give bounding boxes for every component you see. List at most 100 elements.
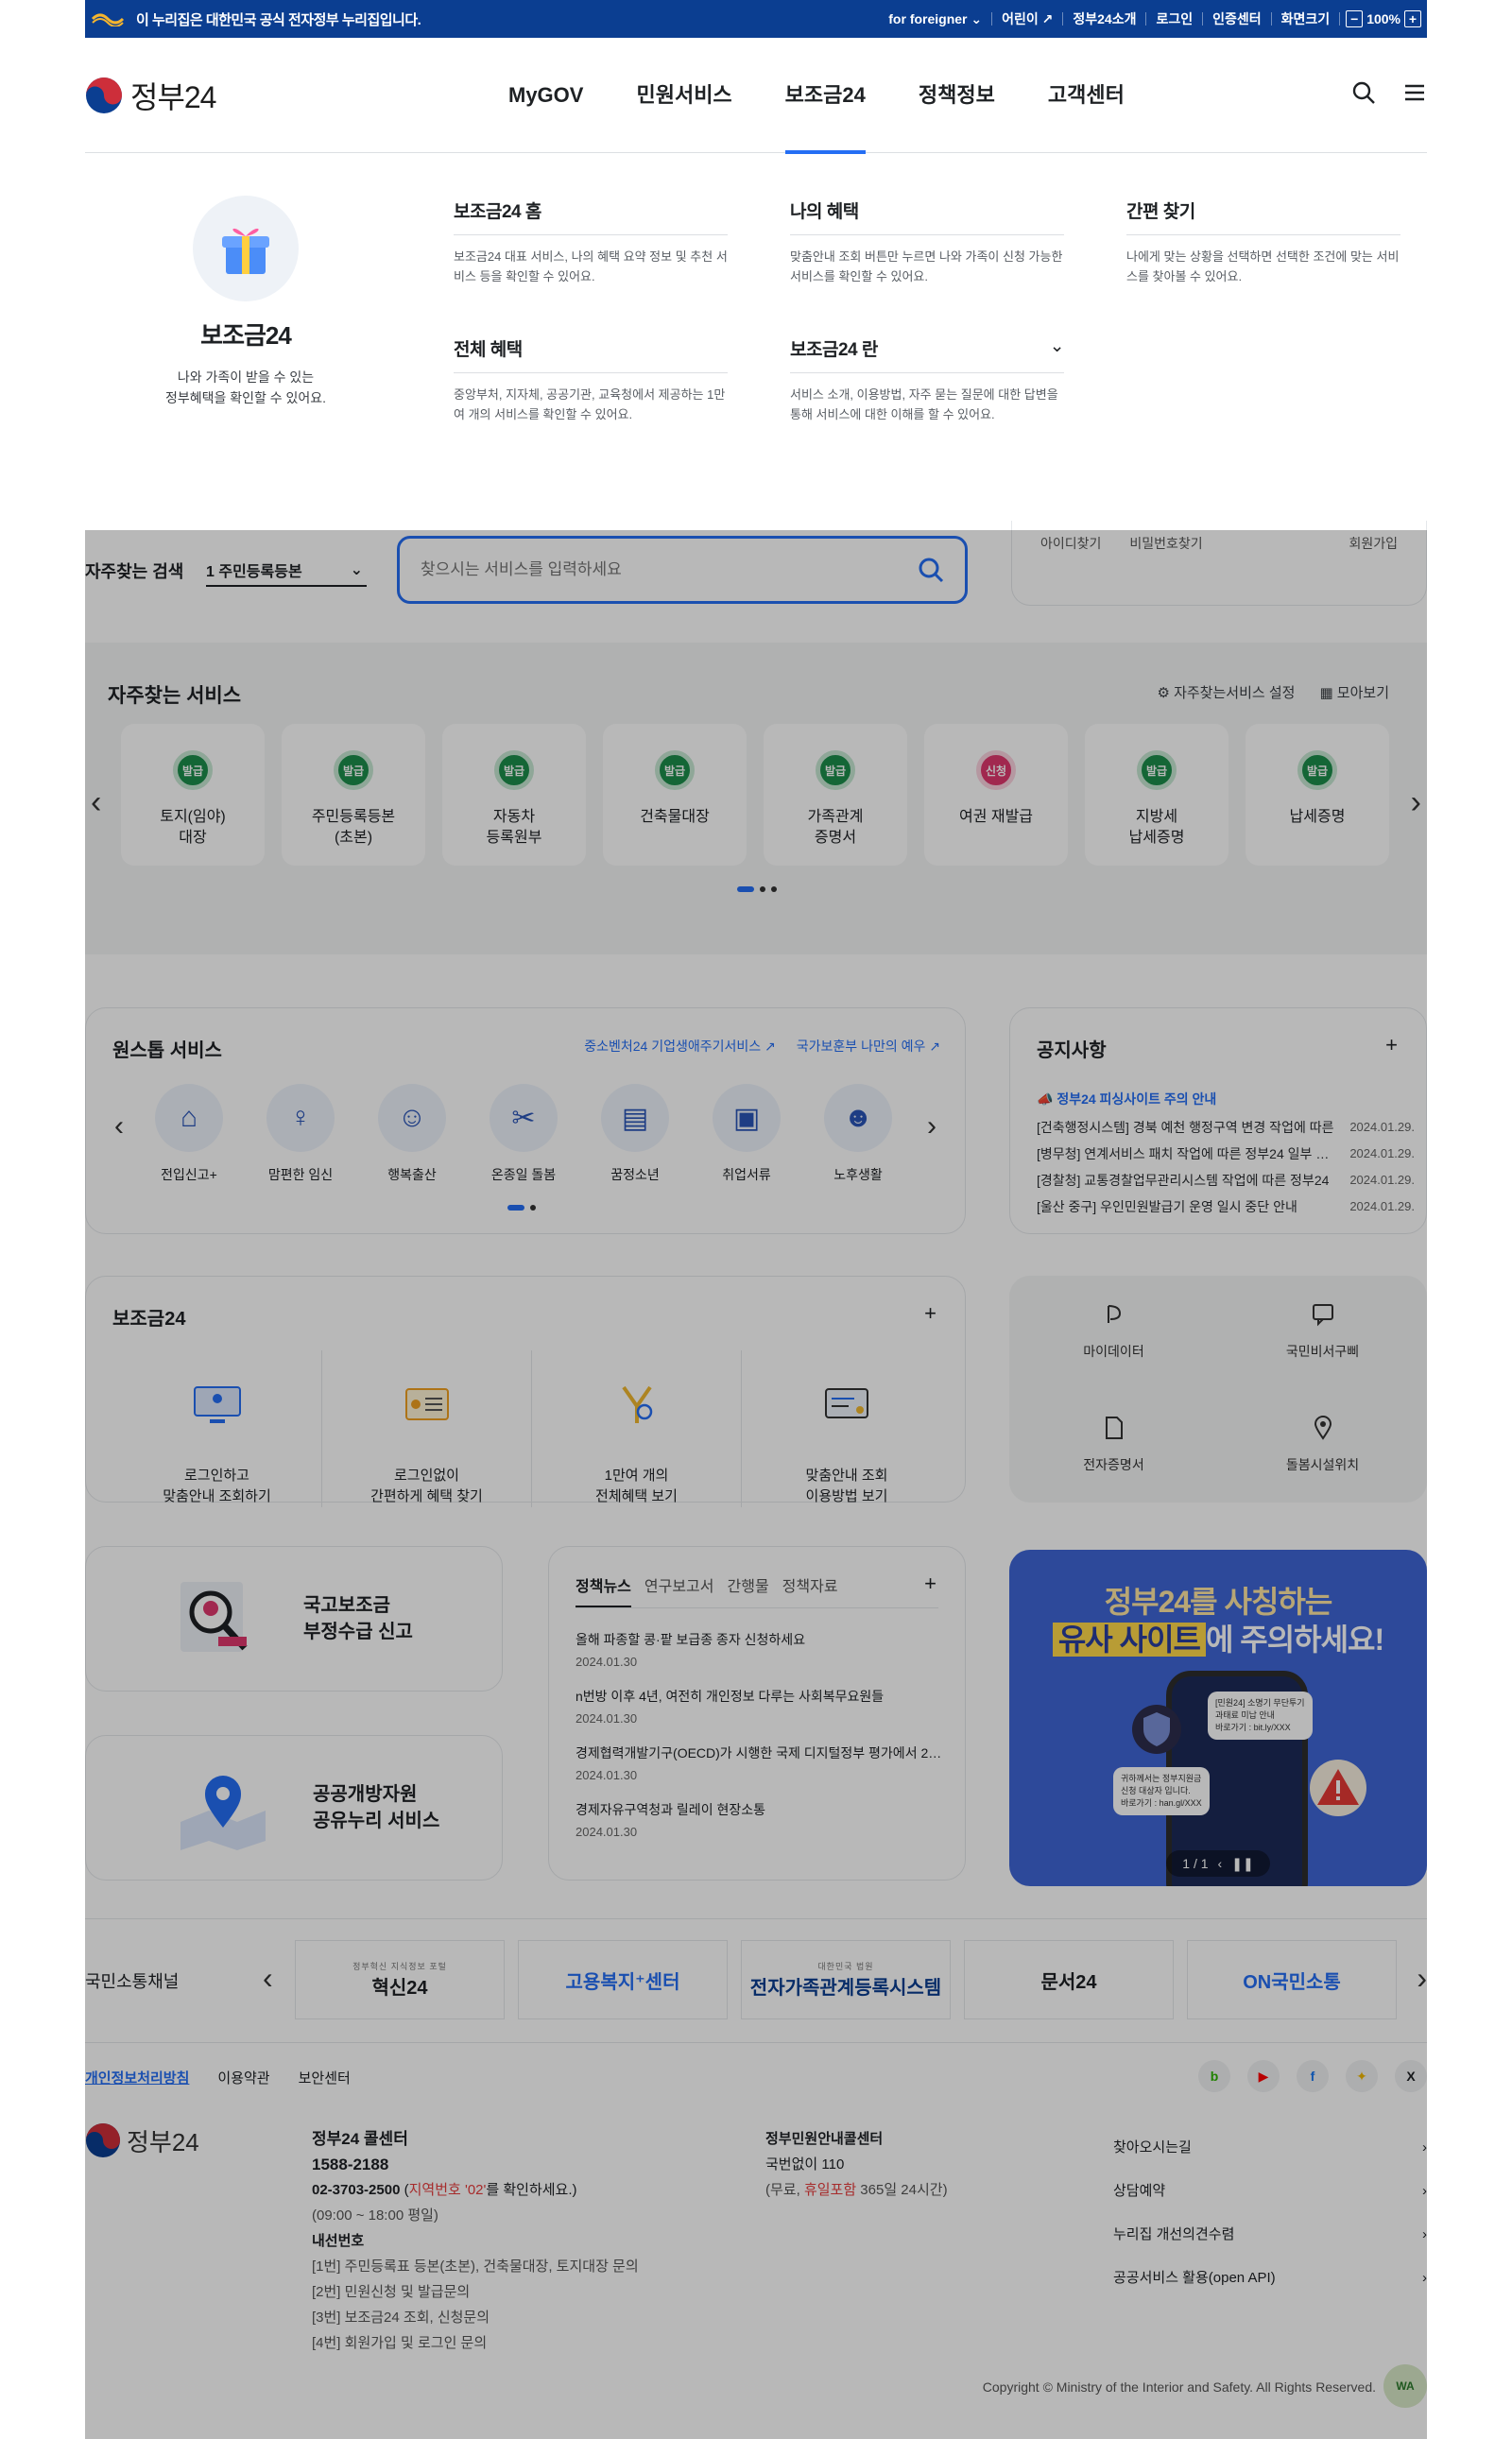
mega-col-my-benefits[interactable]: 나의 혜택 맞춤안내 조회 버튼만 누르면 나와 가족이 신청 가능한 서비스를… — [790, 198, 1064, 286]
foreigner-link[interactable]: for foreigner ⌄ — [879, 12, 993, 26]
onestop-link-sme[interactable]: 중소벤처24 기업생애주기서비스 ↗ — [584, 1037, 776, 1056]
tab-policy-data[interactable]: 정책자료 — [782, 1573, 838, 1607]
onestop-item[interactable]: ♀ 맘편한 임신 — [264, 1084, 337, 1184]
onestop-item[interactable]: ✂ 온종일 돌봄 — [487, 1084, 560, 1184]
quick-gubbi[interactable]: 국민비서구삐 — [1218, 1276, 1427, 1389]
channel-logo[interactable]: 문서24 — [964, 1940, 1174, 2019]
join-link[interactable]: 회원가입 — [1349, 534, 1398, 553]
mega-col-all-benefits[interactable]: 전체 혜택 중앙부처, 지자체, 공공기관, 교육청에서 제공하는 1만여 개의… — [454, 335, 728, 424]
find-pw-link[interactable]: 비밀번호찾기 — [1129, 534, 1202, 553]
phishing-alert-link[interactable]: 📣 정부24 피싱사이트 주의 안내 — [1037, 1090, 1216, 1108]
frequent-service-card[interactable]: 발급 납세증명 — [1246, 724, 1389, 866]
pause-icon[interactable]: ❚❚ — [1231, 1856, 1253, 1872]
subsidy-item-easy-find[interactable]: 로그인없이 간편하게 혜택 찾기 — [322, 1350, 532, 1507]
mega-col-easy-find[interactable]: 간편 찾기 나에게 맞는 상황을 선택하면 선택한 조건에 맞는 서비스를 찾아… — [1126, 198, 1400, 286]
quick-e-certificate[interactable]: 전자증명서 — [1009, 1389, 1218, 1503]
mega-col-about[interactable]: 보조금24 란 ⌄ 서비스 소개, 이용방법, 자주 묻는 질문에 대한 답변을 … — [790, 335, 1065, 424]
security-center-link[interactable]: 보안센터 — [299, 2068, 351, 2087]
subsidy-item-how-to[interactable]: 맞춤안내 조회 이용방법 보기 — [742, 1350, 952, 1507]
next-arrow-icon[interactable]: › — [1417, 1961, 1427, 1996]
cert-center-link[interactable]: 인증센터 — [1203, 12, 1272, 26]
prev-icon[interactable]: ‹ — [1218, 1856, 1223, 1871]
next-arrow-icon[interactable]: › — [927, 1110, 936, 1142]
frequent-search-select[interactable]: 1 주민등록등본 ⌄ — [206, 555, 367, 587]
promo-fraud-report[interactable]: 국고보조금 부정수급 신고 — [85, 1546, 503, 1692]
more-plus-icon[interactable]: + — [924, 1301, 936, 1326]
carousel-dot[interactable] — [507, 1205, 524, 1211]
news-item[interactable]: n번방 이후 4년, 여전히 개인정보 다루는 사회복무요원들 2024.01.3… — [576, 1687, 954, 1726]
frequent-service-card[interactable]: 발급 주민등록등본 (초본) — [282, 724, 425, 866]
terms-link[interactable]: 이용약관 — [217, 2068, 269, 2087]
quick-care-location[interactable]: 돌봄시설위치 — [1218, 1389, 1427, 1503]
nav-civil-service[interactable]: 민원서비스 — [610, 38, 758, 153]
carousel-dot[interactable] — [737, 886, 754, 892]
blog-icon[interactable]: b — [1198, 2060, 1230, 2092]
frequent-service-card[interactable]: 발급 자동차 등록원부 — [442, 724, 586, 866]
facebook-icon[interactable]: f — [1297, 2060, 1329, 2092]
mega-col-home[interactable]: 보조금24 홈 보조금24 대표 서비스, 나의 혜택 요약 정보 및 추천 서… — [454, 198, 728, 286]
search-icon[interactable] — [1351, 80, 1376, 105]
next-arrow-icon[interactable]: › — [1411, 784, 1421, 821]
onestop-item[interactable]: ⌂ 전입신고+ — [152, 1084, 226, 1184]
tab-publications[interactable]: 간행물 — [728, 1573, 769, 1607]
notice-item[interactable]: [울산 중구] 우인민원발급기 운영 일시 중단 안내 2024.01.29. — [1037, 1194, 1415, 1220]
carousel-dot[interactable] — [530, 1205, 536, 1211]
more-plus-icon[interactable]: + — [924, 1572, 936, 1596]
menu-icon[interactable] — [1402, 80, 1427, 105]
find-id-link[interactable]: 아이디찾기 — [1040, 534, 1101, 553]
tab-research[interactable]: 연구보고서 — [644, 1573, 714, 1607]
nav-subsidy24[interactable]: 보조금24 — [759, 38, 892, 154]
login-link[interactable]: 로그인 — [1146, 12, 1204, 26]
youtube-icon[interactable]: ▶ — [1247, 2060, 1280, 2092]
subsidy-item-login-custom[interactable]: 로그인하고 맞춤안내 조회하기 — [112, 1350, 322, 1507]
news-item[interactable]: 경제협력개발기구(OECD)가 시행한 국제 디지털정부 평가에서 2년 연속 2… — [576, 1743, 954, 1782]
notice-item[interactable]: [경찰청] 교통경찰업무관리시스템 작업에 따른 정부24 2024.01.29. — [1037, 1167, 1415, 1194]
channel-logo[interactable]: 고용복지⁺센터 — [518, 1940, 728, 2019]
more-plus-icon[interactable]: + — [1385, 1033, 1398, 1057]
prev-arrow-icon[interactable]: ‹ — [91, 784, 101, 821]
prev-arrow-icon[interactable]: ‹ — [114, 1110, 124, 1142]
chevron-down-icon[interactable]: ⌄ — [1050, 335, 1065, 361]
onestop-item[interactable]: ▣ 취업서류 — [710, 1084, 783, 1184]
channel-logo[interactable]: ON국민소통 — [1187, 1940, 1397, 2019]
carousel-dot[interactable] — [760, 886, 765, 892]
prev-arrow-icon[interactable]: ‹ — [263, 1961, 273, 1996]
phishing-warning-banner[interactable]: 정부24를 사칭하는 유사 사이트 에 주의하세요! [민원24] 소명기 무단투… — [1009, 1550, 1427, 1886]
zoom-in-button[interactable]: + — [1404, 10, 1421, 27]
kids-link[interactable]: 어린이 ↗ — [992, 12, 1064, 26]
x-icon[interactable]: X — [1395, 2060, 1427, 2092]
privacy-policy-link[interactable]: 개인정보처리방침 — [85, 2068, 189, 2087]
frequent-service-card[interactable]: 발급 지방세 납세증명 — [1085, 724, 1228, 866]
zoom-out-button[interactable]: − — [1346, 10, 1364, 27]
footer-menu-item[interactable]: 상담예약 › — [1113, 2170, 1427, 2213]
subsidy-item-all-benefits[interactable]: 1만여 개의 전체혜택 보기 — [532, 1350, 742, 1507]
frequent-settings-button[interactable]: ⚙ 자주찾는서비스 설정 — [1157, 682, 1295, 702]
notice-item[interactable]: [건축행정시스템] 경북 예천 행정구역 변경 작업에 따른 2024.01.29… — [1037, 1114, 1415, 1141]
channel-logo[interactable]: 정부혁신 지식정보 포털 혁신24 — [295, 1940, 505, 2019]
news-item[interactable]: 경제자유구역청과 릴레이 현장소통 2024.01.30 — [576, 1800, 954, 1839]
footer-menu-item[interactable]: 찾아오시는길 › — [1113, 2126, 1427, 2170]
onestop-item[interactable]: ☻ 노후생활 — [821, 1084, 895, 1184]
frequent-service-card[interactable]: 신청 여권 재발급 — [924, 724, 1068, 866]
footer-menu-item[interactable]: 누리집 개선의견수렴 › — [1113, 2213, 1427, 2257]
tab-policy-news[interactable]: 정책뉴스 — [576, 1573, 631, 1607]
site-logo[interactable]: 정부24 — [85, 74, 216, 117]
search-input[interactable] — [421, 560, 918, 579]
quick-mydata[interactable]: 마이데이터 — [1009, 1276, 1218, 1389]
nav-customer-center[interactable]: 고객센터 — [1022, 38, 1151, 153]
about-link[interactable]: 정부24소개 — [1063, 12, 1147, 26]
channel-logo[interactable]: 대한민국 법원 전자가족관계등록시스템 — [741, 1940, 951, 2019]
frequent-service-card[interactable]: 발급 토지(임야) 대장 — [121, 724, 265, 866]
view-all-button[interactable]: ▦ 모아보기 — [1319, 682, 1389, 702]
onestop-link-veterans[interactable]: 국가보훈부 나만의 예우 ↗ — [797, 1037, 940, 1056]
carousel-dot[interactable] — [771, 886, 777, 892]
notice-item[interactable]: [병무청] 연계서비스 패치 작업에 따른 정부24 일부 서비스 2024.01… — [1037, 1141, 1415, 1167]
news-item[interactable]: 올해 파종할 콩·팥 보급종 종자 신청하세요 2024.01.30 — [576, 1630, 954, 1669]
nav-mygov[interactable]: MyGOV — [482, 38, 610, 153]
frequent-service-card[interactable]: 발급 건축물대장 — [603, 724, 747, 866]
footer-menu-item[interactable]: 공공서비스 활용(open API) › — [1113, 2257, 1427, 2300]
kakao-icon[interactable]: ✦ — [1346, 2060, 1378, 2092]
promo-public-resources[interactable]: 공공개방자원 공유누리 서비스 — [85, 1735, 503, 1881]
frequent-service-card[interactable]: 발급 가족관계 증명서 — [764, 724, 907, 866]
search-icon[interactable] — [918, 557, 944, 583]
